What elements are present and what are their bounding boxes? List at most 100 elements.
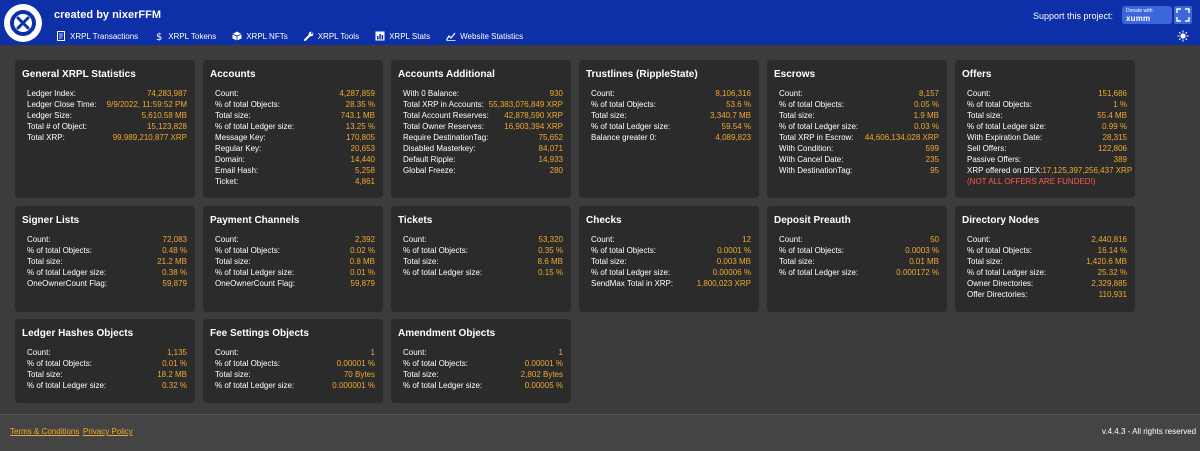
stat-row: % of total Ledger size: 0.000172 % xyxy=(774,267,940,278)
stat-label: Require DestinationTag: xyxy=(403,133,489,142)
stat-row: % of total Ledger size: 0.00006 % xyxy=(586,267,752,278)
stat-row: Count: 8,157 xyxy=(774,88,940,99)
nav-xrpl-transactions[interactable]: XRPL Transactions xyxy=(56,31,138,41)
stat-value: 4,861 xyxy=(354,177,375,186)
stat-row: % of total Objects: 0.35 % xyxy=(398,245,564,256)
stat-value: 0.48 % xyxy=(162,246,187,255)
stat-value: 28.35 % xyxy=(345,100,375,109)
card-escrows: Escrows Count: 8,157 % of total Objects: 0.0… xyxy=(767,60,947,198)
stat-value: 59.54 % xyxy=(721,122,751,131)
stat-label: OneOwnerCount Flag: xyxy=(27,279,108,288)
stat-value: 14,933 xyxy=(538,155,563,164)
stat-label: Ledger Close Time: xyxy=(27,100,97,109)
stat-value: 1 % xyxy=(1113,100,1127,109)
stat-label: Count: xyxy=(403,235,427,244)
stat-label: Passive Offers: xyxy=(967,155,1022,164)
stat-label: Count: xyxy=(591,235,615,244)
stat-label: % of total Ledger size: xyxy=(967,268,1047,277)
sun-icon[interactable] xyxy=(1177,30,1189,42)
stat-label: % of total Objects: xyxy=(967,100,1032,109)
stat-row: Total size: 0.01 MB xyxy=(774,256,940,267)
card-accounts-additional: Accounts Additional With 0 Balance: 930 Tot… xyxy=(391,60,571,198)
card-title: Accounts Additional xyxy=(398,69,495,80)
stat-row: Count: 2,392 xyxy=(210,234,376,245)
bar-chart-icon xyxy=(375,31,385,41)
nav-xrpl-tokens[interactable]: $ XRPL Tokens xyxy=(154,31,216,42)
stat-value: 53,320 xyxy=(538,235,563,244)
card-title: Ledger Hashes Objects xyxy=(22,328,134,339)
privacy-link[interactable]: Privacy Policy xyxy=(83,427,133,436)
terms-link[interactable]: Terms & Conditions xyxy=(10,427,79,436)
stat-row: Count: 50 xyxy=(774,234,940,245)
card-offers: Offers Count: 151,686 % of total Objects: 1 … xyxy=(955,60,1135,198)
stat-row: Total size: 743.1 MB xyxy=(210,110,376,121)
stat-row: Require DestinationTag: 75,652 xyxy=(398,132,564,143)
stat-value: 122,806 xyxy=(1098,144,1127,153)
stat-row: Total # of Object: 15,123,828 xyxy=(22,121,188,132)
stat-label: With Cancel Date: xyxy=(779,155,844,164)
stat-label: % of total Ledger size: xyxy=(215,268,295,277)
nav-xrpl-stats[interactable]: XRPL Stats xyxy=(375,31,430,41)
stat-label: With DestinationTag: xyxy=(779,166,853,175)
stat-label: With Expiration Date: xyxy=(967,133,1043,142)
stat-label: Count: xyxy=(27,348,51,357)
nav-website-statistics[interactable]: Website Statistics xyxy=(446,31,523,41)
stat-value: 280 xyxy=(549,166,563,175)
stat-value: 0.38 % xyxy=(162,268,187,277)
stat-row: Ticket: 4,861 xyxy=(210,176,376,187)
nav-xrpl-nfts[interactable]: XRPL NFTs xyxy=(232,31,288,41)
stat-row: % of total Ledger size: 0.01 % xyxy=(210,267,376,278)
stat-label: Count: xyxy=(215,235,239,244)
brand-title: created by nixerFFM xyxy=(54,9,161,21)
nav-xrpl-tools[interactable]: XRPL Tools xyxy=(303,31,359,41)
stat-label: % of total Ledger size: xyxy=(215,122,295,131)
stat-label: Total size: xyxy=(779,257,815,266)
stat-label: Count: xyxy=(215,348,239,357)
stat-row: Email Hash: 5,258 xyxy=(210,165,376,176)
stat-row: OneOwnerCount Flag: 59,879 xyxy=(22,278,188,289)
stat-label: Ledger Size: xyxy=(27,111,72,120)
stat-value: 53.6 % xyxy=(726,100,751,109)
stat-value: 3,340.7 MB xyxy=(710,111,751,120)
stat-value: 25.32 % xyxy=(1097,268,1127,277)
offers-warning-note: (NOT ALL OFFERS ARE FUNDED!) xyxy=(967,177,1096,186)
stat-value: 74,283,987 xyxy=(146,89,187,98)
stat-label: % of total Ledger size: xyxy=(779,268,859,277)
stat-label: Domain: xyxy=(215,155,245,164)
svg-text:$: $ xyxy=(156,32,162,41)
stat-label: With Condition: xyxy=(779,144,834,153)
stat-row: Offer Directories: 110,931 xyxy=(962,289,1128,300)
donate-xumm-button[interactable]: Donate with: xumm xyxy=(1122,6,1172,24)
stat-row: Owner Directories: 2,329,885 xyxy=(962,278,1128,289)
card-ledger-hashes: Ledger Hashes Objects Count: 1,135% of tot… xyxy=(15,319,195,403)
stat-label: Total size: xyxy=(27,257,63,266)
receipt-icon xyxy=(57,31,65,41)
stat-value: 4,287,859 xyxy=(339,89,375,98)
stat-value: 5,610.58 MB xyxy=(141,111,187,120)
stat-value: 0.32 % xyxy=(162,381,187,390)
stat-value: 1,420.6 MB xyxy=(1086,257,1127,266)
stat-row: Total Owner Reserves: 16,903,394 XRP xyxy=(398,121,564,132)
stat-row: % of total Ledger size: 0.000001 % xyxy=(210,380,376,391)
stat-label: Balance greater 0: xyxy=(591,133,657,142)
stat-label: Global Freeze: xyxy=(403,166,456,175)
stat-row: With Expiration Date: 28,315 xyxy=(962,132,1128,143)
stat-label: % of total Objects: xyxy=(403,359,468,368)
stat-value: 17,125,397,256,437 XRP xyxy=(1042,166,1133,175)
stat-value: 21.2 MB xyxy=(157,257,187,266)
stat-row: Count: 12 xyxy=(586,234,752,245)
stat-label: % of total Ledger size: xyxy=(403,381,483,390)
stat-value: 930 xyxy=(549,89,563,98)
stat-row: % of total Ledger size: 0.15 % xyxy=(398,267,564,278)
stat-value: 55.4 MB xyxy=(1097,111,1127,120)
support-label: Support this project: xyxy=(1033,11,1114,21)
xrpl-services-logo[interactable] xyxy=(4,4,42,42)
stat-value: 0.00001 % xyxy=(336,359,375,368)
stat-value: 16.14 % xyxy=(1097,246,1127,255)
stat-row: Count: 1 xyxy=(210,347,376,358)
stat-row: Count: 1,135 xyxy=(22,347,188,358)
stat-row: Default Ripple: 14,933 xyxy=(398,154,564,165)
qr-scan-icon[interactable] xyxy=(1174,6,1192,24)
stat-row: Total size: 21.2 MB xyxy=(22,256,188,267)
stat-label: % of total Objects: xyxy=(27,359,92,368)
